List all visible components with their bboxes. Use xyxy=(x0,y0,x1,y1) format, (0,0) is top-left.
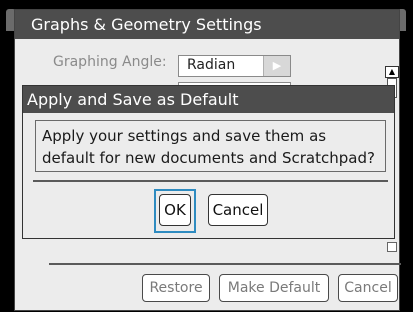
apply-save-default-dialog: Apply and Save as Default Apply your set… xyxy=(22,85,395,239)
graphing-angle-value: Radian xyxy=(187,57,236,73)
dialog-divider xyxy=(33,180,388,182)
chevron-right-icon: ▶ xyxy=(263,56,290,76)
make-default-button[interactable]: Make Default xyxy=(219,274,329,302)
dialog-message: Apply your settings and save them as def… xyxy=(42,127,375,167)
dialog-message-box: Apply your settings and save them as def… xyxy=(35,120,386,172)
scroll-up-icon[interactable]: ▲ xyxy=(385,66,399,78)
screen: Graphs & Geometry Settings Graphing Angl… xyxy=(0,0,413,312)
dialog-title: Apply and Save as Default xyxy=(23,86,394,113)
ok-button[interactable]: OK xyxy=(159,194,191,226)
settings-cancel-button[interactable]: Cancel xyxy=(338,274,398,302)
graphing-angle-label: Graphing Angle: xyxy=(53,54,167,70)
settings-window-title: Graphs & Geometry Settings xyxy=(15,10,399,39)
scrollbar-end xyxy=(387,242,397,252)
footer-divider xyxy=(49,263,401,265)
graphing-angle-select[interactable]: Radian ▶ xyxy=(178,55,291,77)
restore-button[interactable]: Restore xyxy=(142,274,210,302)
dialog-cancel-button[interactable]: Cancel xyxy=(208,194,268,226)
